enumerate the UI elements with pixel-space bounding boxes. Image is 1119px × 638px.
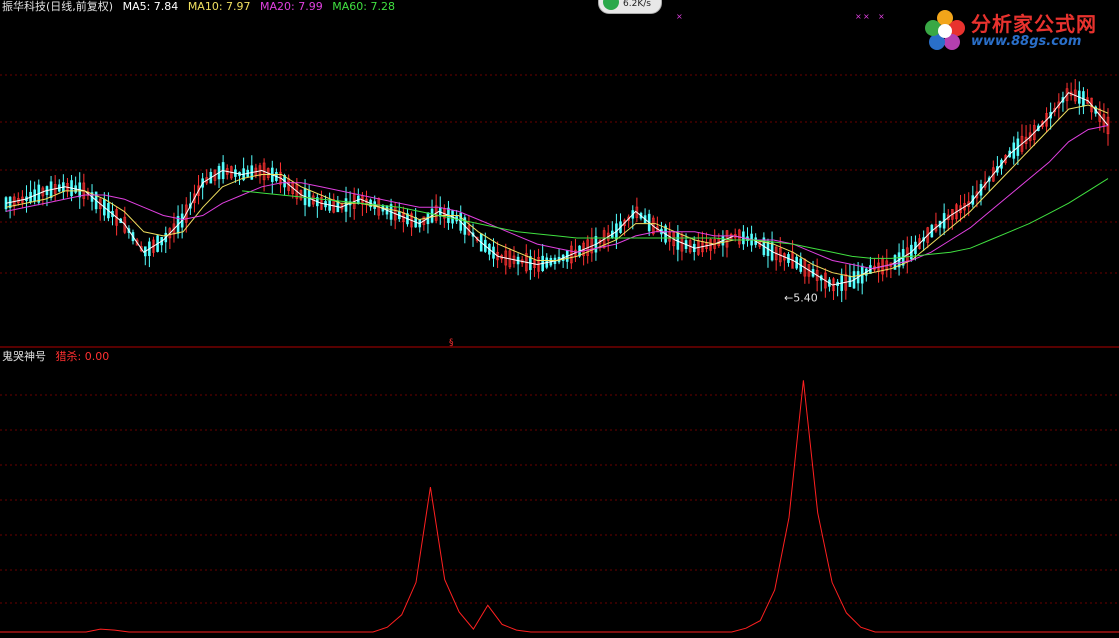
speed-text: 6.2K/s: [623, 0, 651, 9]
indicator-name: 鬼哭神号: [2, 350, 46, 363]
ma-line-ma60: [242, 178, 1109, 259]
indicator-value: 猎杀: 0.00: [55, 350, 110, 363]
indicator-line-liesha: [0, 380, 1119, 633]
site-logo[interactable]: 分析家公式网 www.88gs.com: [921, 6, 1111, 56]
svg-text:×: ×: [863, 12, 870, 21]
speed-badge[interactable]: 6.2K/s: [598, 0, 662, 14]
ma5-label: MA5: 7.84: [122, 0, 179, 13]
indicator-line: [0, 380, 1119, 633]
svg-text:×: ×: [855, 12, 862, 21]
logo-text: 分析家公式网: [971, 12, 1097, 36]
flower-logo-icon: [925, 10, 965, 50]
grid-lines: [0, 74, 1119, 604]
ma-line-ma20: [5, 125, 1109, 270]
stock-title: 振华科技(日线,前复权): [2, 0, 114, 13]
ma20-label: MA20: 7.99: [260, 0, 323, 13]
download-arrow-icon: [603, 0, 619, 10]
main-chart-header: 振华科技(日线,前复权) MA5: 7.84 MA10: 7.97 MA20: …: [2, 0, 401, 13]
signal-marker: §: [449, 338, 454, 348]
svg-text:×: ×: [878, 12, 885, 21]
ma10-label: MA10: 7.97: [187, 0, 251, 13]
indicator-header: 鬼哭神号 猎杀: 0.00: [2, 350, 109, 363]
candlestick-series: [4, 79, 1110, 303]
ma-line-ma10: [5, 104, 1109, 278]
chart-canvas[interactable]: ←5.40 § × × × ×: [0, 0, 1119, 638]
top-markers: × × × ×: [676, 12, 885, 21]
ma60-label: MA60: 7.28: [332, 0, 395, 13]
logo-url: www.88gs.com: [971, 34, 1082, 49]
svg-text:×: ×: [676, 12, 683, 21]
low-price-annotation: ←5.40: [784, 291, 818, 304]
